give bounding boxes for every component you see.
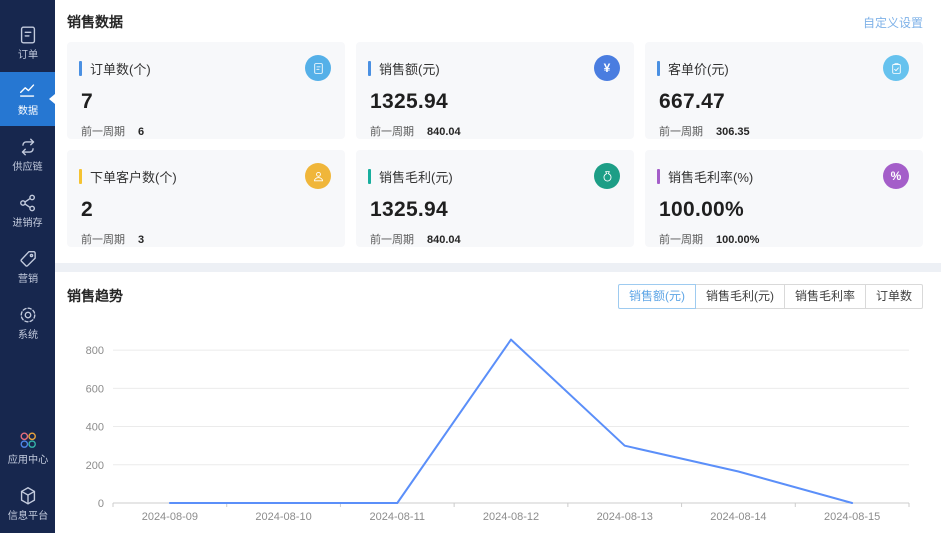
card-title: 下单客户数(个): [90, 169, 177, 185]
sidebar-item-label: 营销: [17, 273, 38, 285]
svg-text:0: 0: [98, 498, 104, 510]
main-content: 销售数据 自定义设置 订单数(个) 7 前一周期 6 销售额(元) ¥ 1325…: [55, 0, 941, 533]
supply-chain-icon: [17, 136, 39, 158]
card-accent-bar: [368, 60, 371, 76]
sidebar-item-app-center[interactable]: 应用中心: [0, 421, 55, 475]
order-doc-icon: [17, 24, 39, 46]
sidebar-item-label: 信息平台: [7, 510, 48, 522]
stat-card-avg-order-value: 客单价(元) 667.47 前一周期 306.35: [645, 42, 923, 139]
trend-metric-switcher: 销售额(元) 销售毛利(元) 销售毛利率 订单数: [617, 283, 923, 309]
svg-text:2024-08-13: 2024-08-13: [597, 511, 653, 523]
tab-gross-profit[interactable]: 销售毛利(元): [694, 283, 785, 309]
sidebar-item-label: 订单: [17, 49, 38, 61]
info-platform-icon: [17, 485, 39, 507]
svg-text:400: 400: [86, 422, 104, 434]
card-value: 2: [81, 198, 93, 221]
card-title: 销售毛利(元): [379, 169, 453, 185]
card-value: 1325.94: [370, 90, 449, 113]
inventory-icon: [17, 192, 39, 214]
card-prev-period: 前一周期 840.04: [370, 126, 461, 138]
clipboard-icon: [883, 55, 909, 81]
stat-cards: 订单数(个) 7 前一周期 6 销售额(元) ¥ 1325.94 前一周期 84…: [67, 42, 923, 247]
sidebar-item-label: 数据: [17, 105, 38, 117]
card-title: 订单数(个): [90, 61, 151, 77]
sidebar-item-orders[interactable]: 订单: [0, 16, 55, 70]
tab-order-count[interactable]: 订单数: [864, 283, 923, 309]
yuan-icon: ¥: [594, 55, 620, 81]
card-title: 销售额(元): [379, 61, 440, 77]
stat-card-gross-profit: 销售毛利(元) 1325.94 前一周期 840.04: [356, 150, 634, 247]
sidebar-item-label: 供应链: [12, 161, 43, 173]
tab-sales-amount[interactable]: 销售额(元): [617, 283, 696, 309]
svg-text:2024-08-12: 2024-08-12: [483, 511, 539, 523]
svg-text:200: 200: [86, 460, 104, 472]
system-gear-icon: [17, 304, 39, 326]
card-prev-period: 前一周期 100.00%: [659, 234, 760, 246]
stat-card-sales-amount: 销售额(元) ¥ 1325.94 前一周期 840.04: [356, 42, 634, 139]
svg-text:2024-08-10: 2024-08-10: [255, 511, 311, 523]
svg-text:2024-08-14: 2024-08-14: [710, 511, 766, 523]
sidebar-item-marketing[interactable]: 营销: [0, 240, 55, 294]
app-center-icon: [17, 429, 39, 451]
card-value: 7: [81, 90, 93, 113]
card-title: 销售毛利率(%): [668, 169, 754, 185]
card-accent-bar: [657, 168, 660, 184]
card-accent-bar: [79, 60, 82, 76]
sidebar-item-system[interactable]: 系统: [0, 296, 55, 350]
tab-gross-margin[interactable]: 销售毛利率: [783, 283, 866, 309]
sidebar: 订单 数据 供应链 进销存 营销 系统 应用中心 信息平台: [0, 0, 55, 533]
card-prev-period: 前一周期 6: [81, 126, 145, 138]
sidebar-item-data[interactable]: 数据: [0, 72, 55, 126]
sidebar-item-label: 进销存: [12, 217, 43, 229]
svg-text:2024-08-15: 2024-08-15: [824, 511, 880, 523]
card-value: 667.47: [659, 90, 726, 113]
sidebar-item-label: 应用中心: [7, 454, 48, 466]
sales-data-title: 销售数据: [67, 14, 123, 30]
data-chart-icon: [17, 80, 39, 102]
custom-settings-link[interactable]: 自定义设置: [863, 14, 923, 31]
money-bag-icon: [594, 163, 620, 189]
svg-text:2024-08-11: 2024-08-11: [370, 511, 425, 523]
section-divider: [55, 263, 941, 272]
sidebar-item-label: 系统: [17, 329, 38, 341]
percent-icon: %: [883, 163, 909, 189]
card-prev-period: 前一周期 840.04: [370, 234, 461, 246]
sidebar-item-inventory[interactable]: 进销存: [0, 184, 55, 238]
order-icon: [305, 55, 331, 81]
svg-text:800: 800: [86, 345, 104, 357]
customer-icon: [305, 163, 331, 189]
sales-trend-title: 销售趋势: [67, 288, 123, 304]
stat-card-customer-count: 下单客户数(个) 2 前一周期 3: [67, 150, 345, 247]
stat-card-gross-margin: 销售毛利率(%) % 100.00% 前一周期 100.00%: [645, 150, 923, 247]
card-title: 客单价(元): [668, 61, 729, 77]
card-value: 1325.94: [370, 198, 449, 221]
card-accent-bar: [657, 60, 660, 76]
sales-trend-chart: 0 200 400 600 800 2024-08-09 2024-08-10 2024-08…: [67, 319, 923, 536]
card-prev-period: 前一周期 3: [81, 234, 145, 246]
card-value: 100.00%: [659, 198, 745, 221]
sidebar-item-info-platform[interactable]: 信息平台: [0, 477, 55, 531]
card-prev-period: 前一周期 306.35: [659, 126, 750, 138]
marketing-tag-icon: [17, 248, 39, 270]
card-accent-bar: [368, 168, 371, 184]
svg-text:2024-08-09: 2024-08-09: [142, 511, 198, 523]
sidebar-item-supply-chain[interactable]: 供应链: [0, 128, 55, 182]
card-accent-bar: [79, 168, 82, 184]
stat-card-order-count: 订单数(个) 7 前一周期 6: [67, 42, 345, 139]
svg-text:600: 600: [86, 383, 104, 395]
sales-trend-panel: 销售趋势 销售额(元) 销售毛利(元) 销售毛利率 订单数 0 200 400 600…: [55, 272, 941, 533]
sales-data-panel: 销售数据 自定义设置 订单数(个) 7 前一周期 6 销售额(元) ¥ 1325…: [55, 0, 941, 263]
dashboard-app: 订单 数据 供应链 进销存 营销 系统 应用中心 信息平台 销售数据 自定义设置…: [0, 0, 941, 541]
